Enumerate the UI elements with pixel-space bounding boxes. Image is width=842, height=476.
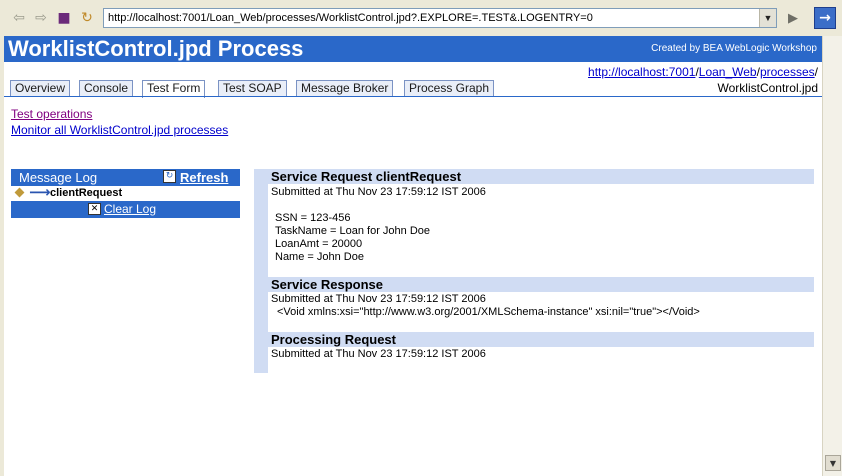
tab-test-soap[interactable]: Test SOAP — [218, 80, 287, 97]
back-arrow-icon[interactable]: ⇦ — [10, 9, 28, 27]
refresh-icon[interactable]: ↻ — [78, 9, 96, 27]
url-folder-link[interactable]: processes — [760, 65, 815, 79]
log-entry[interactable]: ⟶ clientRequest — [11, 183, 240, 201]
refresh-icon[interactable]: ↻ — [163, 170, 176, 183]
forward-arrow-icon[interactable]: ⇨ — [32, 9, 50, 27]
response-submitted-text: Submitted at Thu Nov 23 17:59:12 IST 200… — [271, 293, 486, 305]
browser-toolbar: ⇦ ⇨ ■ ↻ http://localhost:7001/Loan_Web/p… — [0, 0, 842, 36]
scroll-down-icon[interactable]: ▼ — [825, 455, 841, 471]
vertical-scrollbar[interactable]: ▼ — [822, 36, 842, 476]
arrow-right-icon: ⟶ — [29, 183, 51, 201]
address-bar[interactable]: http://localhost:7001/Loan_Web/processes… — [103, 8, 777, 28]
process-url: http://localhost:7001/Loan_Web/processes… — [588, 65, 818, 95]
tab-process-graph[interactable]: Process Graph — [404, 80, 495, 97]
processing-submitted-text: Submitted at Thu Nov 23 17:59:12 IST 200… — [271, 348, 486, 360]
page-content: WorklistControl.jpd Process Created by B… — [4, 36, 822, 476]
service-request-heading: Service Request clientRequest — [268, 169, 814, 184]
request-submitted-text: Submitted at Thu Nov 23 17:59:12 IST 200… — [271, 186, 486, 198]
tab-overview[interactable]: Overview — [10, 80, 71, 97]
detail-panel-gutter — [254, 169, 268, 373]
clear-log-bar: ✕ Clear Log — [11, 201, 240, 218]
go-arrow-icon[interactable]: ▶ — [784, 9, 802, 27]
url-app-link[interactable]: Loan_Web — [699, 65, 757, 79]
tab-divider — [4, 96, 822, 97]
address-url: http://localhost:7001/Loan_Web/processes… — [108, 12, 593, 24]
param-loanamt: LoanAmt = 20000 — [275, 238, 363, 250]
stop-icon[interactable]: ■ — [55, 9, 73, 27]
log-entry-label: clientRequest — [50, 187, 123, 199]
page-title: WorklistControl.jpd Process — [8, 36, 304, 61]
param-ssn: SSN = 123-456 — [275, 212, 351, 224]
chevron-down-icon[interactable]: ▼ — [759, 9, 776, 27]
test-operations-link[interactable]: Test operations — [11, 107, 92, 121]
service-response-heading: Service Response — [268, 277, 814, 292]
monitor-processes-link[interactable]: Monitor all WorklistControl.jpd processe… — [11, 123, 228, 137]
url-host-link[interactable]: http://localhost:7001 — [588, 65, 695, 79]
url-file: WorklistControl.jpd — [717, 81, 818, 95]
header-credit: Created by BEA WebLogic Workshop — [651, 43, 817, 54]
response-body-text: <Void xmlns:xsi="http://www.w3.org/2001/… — [277, 306, 700, 318]
tab-console[interactable]: Console — [79, 80, 134, 97]
refresh-link[interactable]: Refresh — [180, 169, 228, 186]
tab-message-broker[interactable]: Message Broker — [296, 80, 394, 97]
clear-icon[interactable]: ✕ — [88, 203, 101, 215]
param-name: Name = John Doe — [275, 251, 364, 263]
page-header: WorklistControl.jpd Process Created by B… — [4, 36, 822, 62]
clear-log-link[interactable]: Clear Log — [104, 201, 156, 218]
bullet-icon — [14, 187, 25, 198]
processing-request-heading: Processing Request — [268, 332, 814, 347]
param-taskname: TaskName = Loan for John Doe — [275, 225, 431, 237]
navigate-icon[interactable]: → — [814, 7, 836, 29]
